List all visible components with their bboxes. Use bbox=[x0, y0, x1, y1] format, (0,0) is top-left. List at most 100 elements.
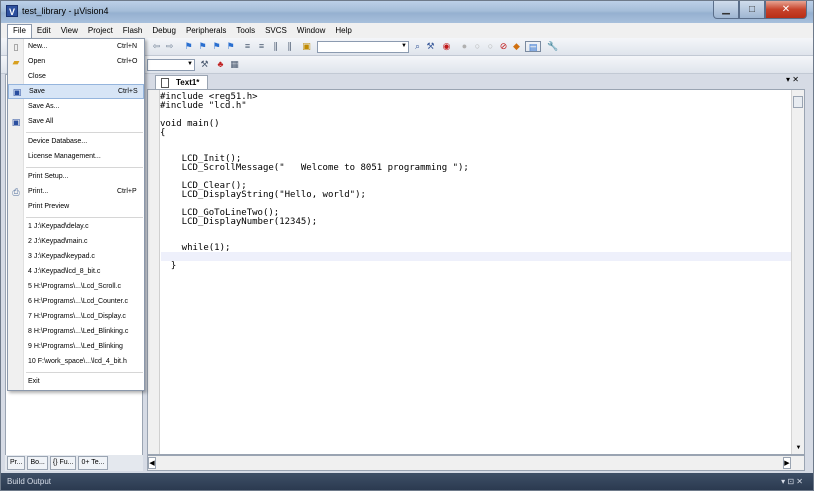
bookmark-icon[interactable]: ⚑ bbox=[183, 41, 194, 52]
recent-file-item[interactable]: 7 H:\Programs\...\Lcd_Display.c bbox=[8, 310, 144, 325]
menu-item-device-database[interactable]: Device Database... bbox=[8, 135, 144, 150]
menu-debug[interactable]: Debug bbox=[147, 24, 181, 38]
debug-session-icon[interactable]: ◉ bbox=[441, 41, 452, 52]
find-combo[interactable]: ▼ bbox=[317, 41, 409, 53]
tab-controls[interactable]: ▾ ✕ bbox=[786, 75, 799, 84]
code-editor[interactable]: #include <reg51.h> #include "lcd.h" void… bbox=[147, 89, 805, 455]
open-folder-icon: ▰ bbox=[12, 57, 20, 67]
menu-item-save[interactable]: ▣ Save Ctrl+S bbox=[8, 84, 144, 99]
menu-separator bbox=[26, 167, 143, 168]
scroll-down-icon[interactable]: ▼ bbox=[793, 442, 804, 454]
recent-file-item[interactable]: 10 F:\work_space\...\lcd_4_bit.h bbox=[8, 355, 144, 370]
window-controls: ▁ □ ✕ bbox=[713, 1, 807, 19]
document-icon bbox=[161, 78, 169, 88]
panel-tabs: Pr... Bo... {} Fu... 0+ Te... bbox=[5, 455, 143, 471]
file-menu-dropdown: ▯ New... Ctrl+N ▰ Open Ctrl+O Close ▣ Sa… bbox=[7, 38, 145, 391]
menu-flash[interactable]: Flash bbox=[118, 24, 148, 38]
recent-file-item[interactable]: 9 H:\Programs\...\Led_Blinking bbox=[8, 340, 144, 355]
tab-books[interactable]: Bo... bbox=[27, 456, 48, 470]
menu-window[interactable]: Window bbox=[292, 24, 330, 38]
minimize-button[interactable]: ▁ bbox=[713, 1, 739, 19]
menu-help[interactable]: Help bbox=[330, 24, 356, 38]
chevron-down-icon: ▼ bbox=[401, 43, 407, 49]
incremental-find-icon[interactable]: ⚒ bbox=[425, 41, 436, 52]
editor-gutter bbox=[148, 90, 160, 454]
menu-separator bbox=[26, 132, 143, 133]
scroll-right-icon[interactable]: ▶ bbox=[783, 457, 791, 469]
next-bookmark-icon[interactable]: ⚑ bbox=[211, 41, 222, 52]
recent-file-item[interactable]: 2 J:\Keypad\main.c bbox=[8, 235, 144, 250]
menu-tools[interactable]: Tools bbox=[231, 24, 260, 38]
horizontal-scrollbar[interactable]: ◀ ▶ bbox=[147, 455, 805, 471]
find-icon[interactable]: ⌕ bbox=[412, 41, 423, 52]
insert-breakpoint-icon[interactable]: ● bbox=[459, 41, 470, 52]
enable-breakpoint-icon[interactable]: ○ bbox=[472, 41, 483, 52]
recent-file-item[interactable]: 5 H:\Programs\...\Lcd_Scroll.c bbox=[8, 280, 144, 295]
menu-item-save-all[interactable]: ▣ Save All bbox=[8, 115, 144, 130]
build-output-title: Build Output bbox=[7, 477, 52, 486]
indent-icon[interactable]: ≡ bbox=[242, 41, 253, 52]
build-output-panel[interactable]: Build Output ▾ ⊡ ✕ bbox=[1, 473, 813, 490]
uvision-app-icon[interactable]: V bbox=[6, 5, 18, 17]
target-select[interactable]: ▼ bbox=[147, 59, 195, 71]
menu-separator bbox=[26, 372, 143, 373]
disable-breakpoints-icon[interactable]: ○ bbox=[485, 41, 496, 52]
manage-components-icon[interactable]: ♣ bbox=[215, 59, 226, 70]
tab-templates[interactable]: 0+ Te... bbox=[78, 456, 108, 470]
kill-breakpoints-icon[interactable]: ⊘ bbox=[498, 41, 509, 52]
menu-item-license-management[interactable]: License Management... bbox=[8, 150, 144, 165]
recent-file-item[interactable]: 4 J:\Keypad\lcd_8_bit.c bbox=[8, 265, 144, 280]
menu-item-print[interactable]: ⎙ Print... Ctrl+P bbox=[8, 185, 144, 200]
menu-view[interactable]: View bbox=[56, 24, 83, 38]
menu-svcs[interactable]: SVCS bbox=[260, 24, 292, 38]
menu-project[interactable]: Project bbox=[83, 24, 118, 38]
vertical-scrollbar[interactable]: ▼ bbox=[791, 90, 804, 454]
uncomment-icon[interactable]: ∥ bbox=[284, 41, 295, 52]
file-extensions-icon[interactable]: ▦ bbox=[229, 59, 240, 70]
title-bar[interactable]: V test_library - µVision4 ▁ □ ✕ bbox=[1, 1, 813, 23]
save-all-icon: ▣ bbox=[11, 117, 21, 127]
recent-file-item[interactable]: 8 H:\Programs\...\Led_Blinking.c bbox=[8, 325, 144, 340]
tools-icon[interactable]: 🔧 bbox=[547, 41, 558, 52]
menu-item-exit[interactable]: Exit bbox=[8, 375, 144, 390]
scroll-left-icon[interactable]: ◀ bbox=[148, 457, 156, 469]
menu-separator bbox=[26, 217, 143, 218]
editor-tab-bar: Text1* ▾ ✕ bbox=[147, 74, 805, 89]
build-output-controls[interactable]: ▾ ⊡ ✕ bbox=[781, 473, 803, 490]
configure-icon[interactable]: ◆ bbox=[511, 41, 522, 52]
navigate-forward-icon[interactable]: ⇨ bbox=[164, 41, 175, 52]
window-layout-icon[interactable]: ▤ bbox=[525, 41, 541, 52]
recent-file-item[interactable]: 6 H:\Programs\...\Lcd_Counter.c bbox=[8, 295, 144, 310]
close-button[interactable]: ✕ bbox=[765, 1, 807, 19]
tab-label: Text1* bbox=[176, 78, 200, 87]
menu-item-print-setup[interactable]: Print Setup... bbox=[8, 170, 144, 185]
tab-text1[interactable]: Text1* bbox=[155, 75, 209, 89]
menu-item-close[interactable]: Close bbox=[8, 70, 144, 85]
clear-bookmarks-icon[interactable]: ⚑ bbox=[225, 41, 236, 52]
menu-bar: File Edit View Project Flash Debug Perip… bbox=[1, 23, 813, 38]
save-icon: ▣ bbox=[12, 87, 22, 97]
tab-functions[interactable]: {} Fu... bbox=[49, 456, 77, 470]
menu-peripherals[interactable]: Peripherals bbox=[181, 24, 231, 38]
new-file-icon: ▯ bbox=[13, 42, 19, 52]
recent-file-item[interactable]: 1 J:\Keypad\delay.c bbox=[8, 220, 144, 235]
maximize-button[interactable]: □ bbox=[739, 1, 765, 19]
unindent-icon[interactable]: ≡ bbox=[256, 41, 267, 52]
recent-file-item[interactable]: 3 J:\Keypad\keypad.c bbox=[8, 250, 144, 265]
menu-item-open[interactable]: ▰ Open Ctrl+O bbox=[8, 55, 144, 70]
tab-project[interactable]: Pr... bbox=[7, 456, 26, 470]
menu-edit[interactable]: Edit bbox=[32, 24, 56, 38]
menu-item-new[interactable]: ▯ New... Ctrl+N bbox=[8, 40, 144, 55]
menu-item-save-as[interactable]: Save As... bbox=[8, 100, 144, 115]
prev-bookmark-icon[interactable]: ⚑ bbox=[197, 41, 208, 52]
window-title: test_library - µVision4 bbox=[22, 6, 109, 16]
find-in-files-icon[interactable]: ▣ bbox=[301, 41, 312, 52]
menu-file[interactable]: File bbox=[7, 23, 32, 38]
source-code[interactable]: #include <reg51.h> #include "lcd.h" void… bbox=[160, 92, 469, 271]
main-window: V test_library - µVision4 ▁ □ ✕ File Edi… bbox=[0, 0, 814, 491]
comment-icon[interactable]: ∥ bbox=[270, 41, 281, 52]
target-options-icon[interactable]: ⚒ bbox=[199, 59, 210, 70]
navigate-back-icon[interactable]: ⇦ bbox=[151, 41, 162, 52]
menu-item-print-preview[interactable]: Print Preview bbox=[8, 200, 144, 215]
scroll-thumb[interactable] bbox=[793, 96, 803, 108]
